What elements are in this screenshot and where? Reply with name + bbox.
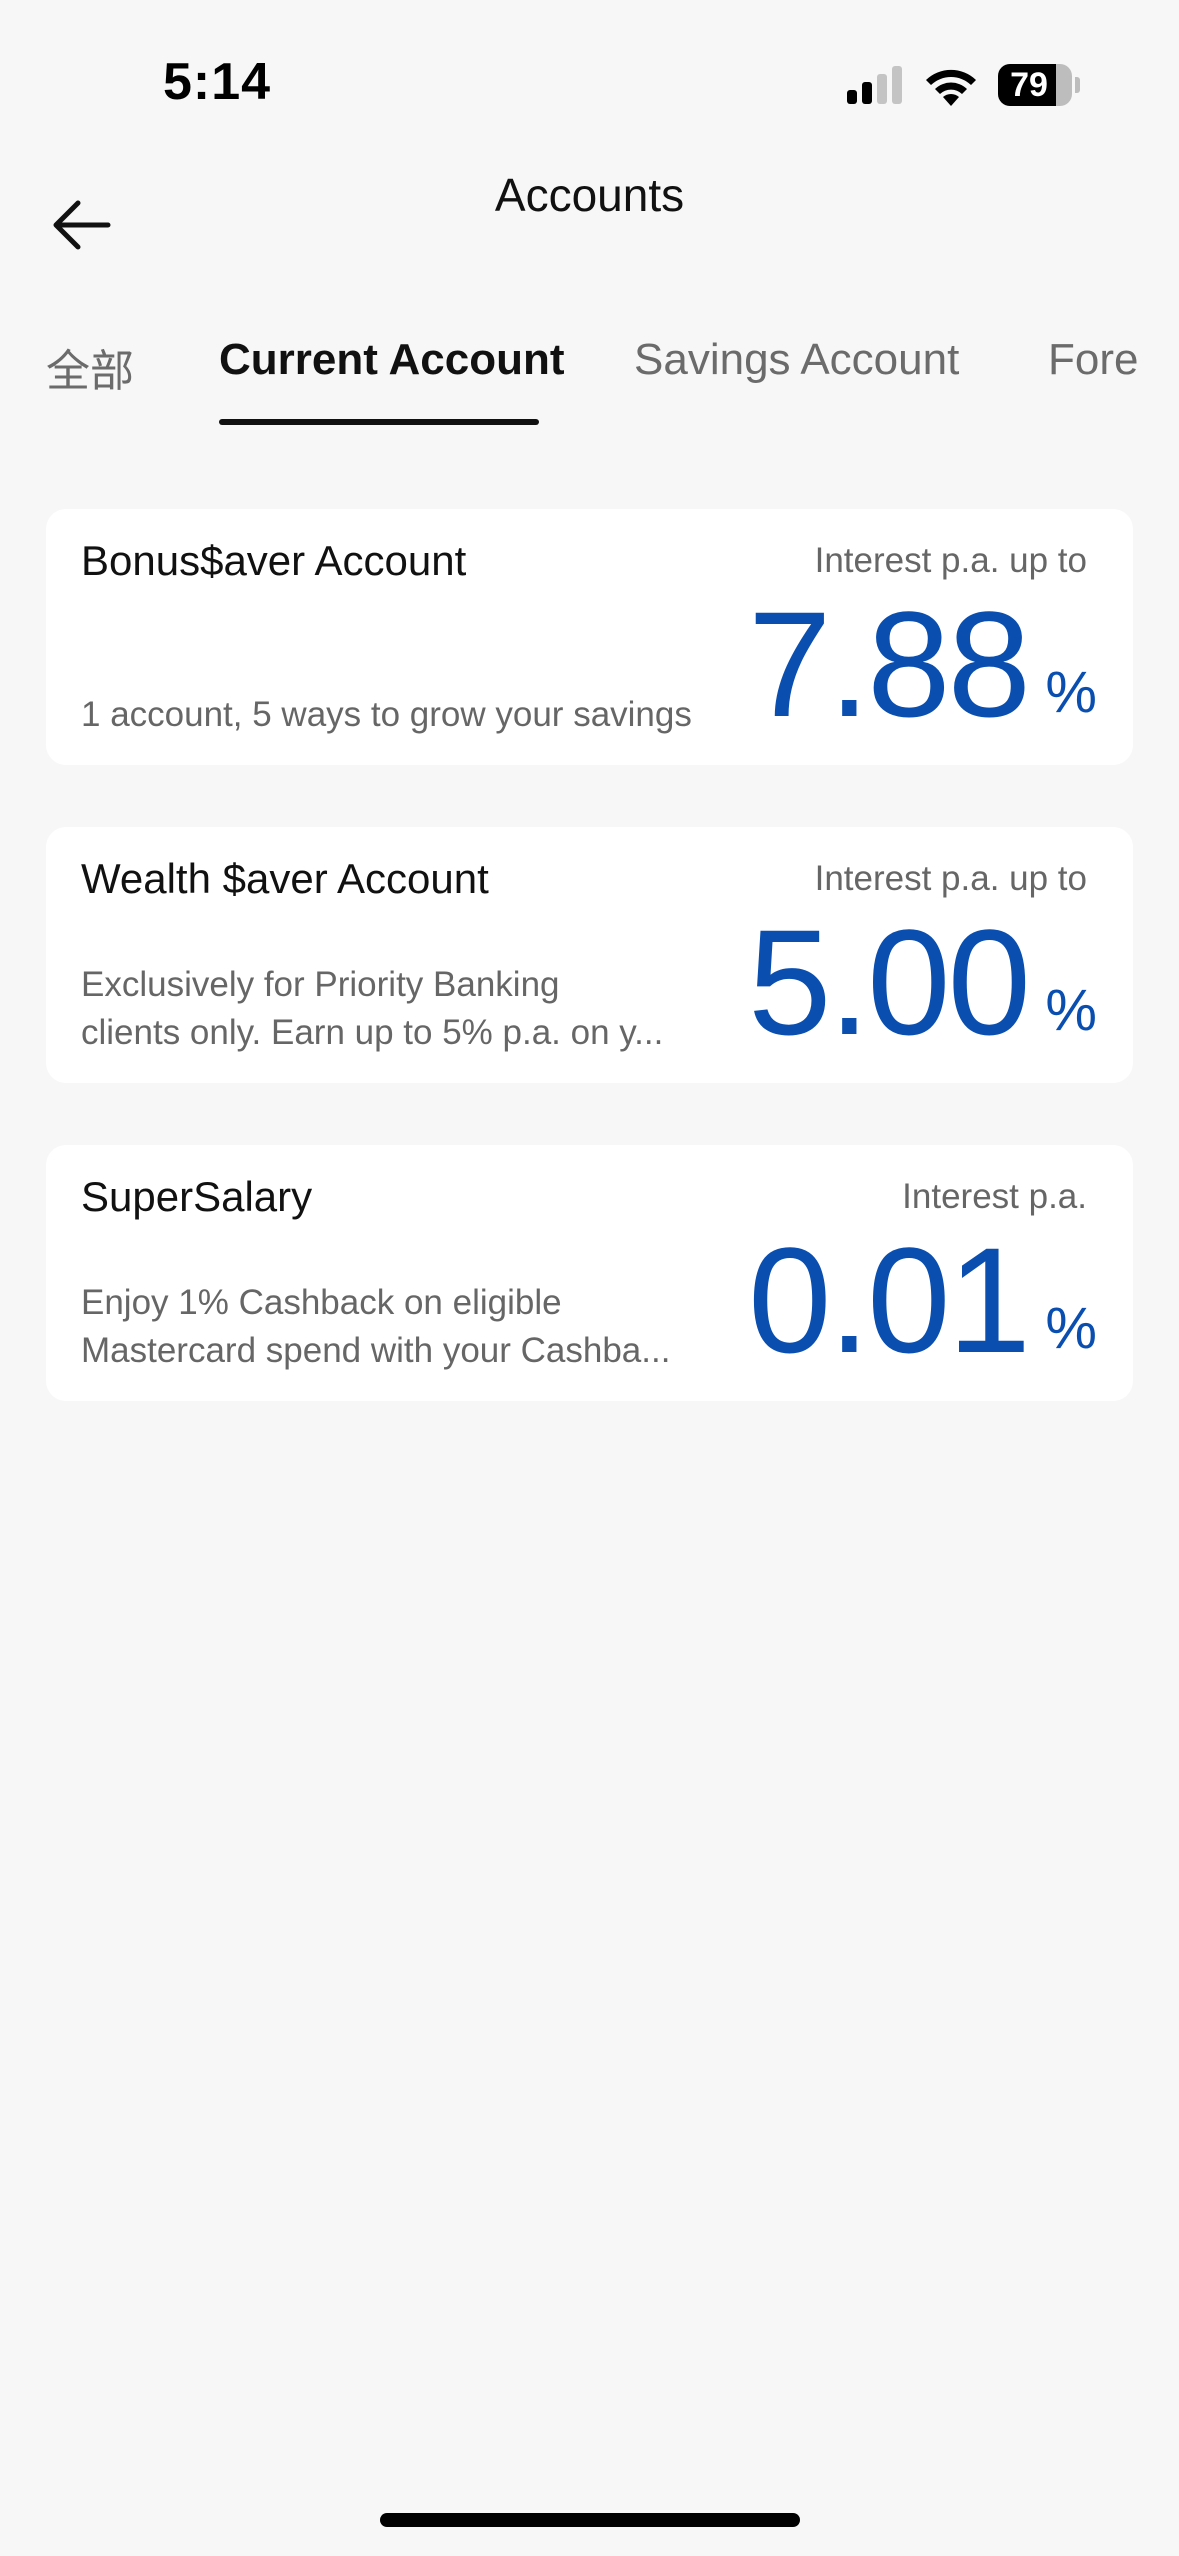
battery-icon: 79: [998, 64, 1080, 106]
account-tabs: 全部 Current Account Savings Account Fore: [0, 320, 1179, 430]
account-name: Bonus$aver Account: [81, 537, 467, 584]
battery-cap: [1075, 77, 1080, 93]
account-name: Wealth $aver Account: [81, 855, 489, 902]
account-card-wealth-saver[interactable]: Wealth $aver Account Exclusively for Pri…: [46, 827, 1133, 1083]
battery-level: 79: [1010, 66, 1048, 104]
description-line: 1 account, 5 ways to grow your savings: [81, 695, 692, 734]
rate-label: Interest p.a. up to: [814, 541, 1087, 580]
description-line: Enjoy 1% Cashback on eligible: [81, 1283, 562, 1322]
account-description: Exclusively for Priority Banking clients…: [81, 961, 741, 1057]
signal-icon: [847, 66, 902, 104]
tab-all[interactable]: 全部: [46, 335, 134, 399]
percent-sign: %: [1045, 660, 1097, 725]
account-card-supersalary[interactable]: SuperSalary Enjoy 1% Cashback on eligibl…: [46, 1145, 1133, 1401]
account-description: Enjoy 1% Cashback on eligible Mastercard…: [81, 1279, 741, 1375]
home-indicator[interactable]: [380, 2513, 800, 2527]
wifi-icon: [926, 69, 976, 106]
interest-rate: 0.01: [748, 1216, 1031, 1384]
interest-rate: 5.00: [748, 898, 1031, 1066]
tab-current-account[interactable]: Current Account: [219, 335, 565, 385]
description-line: Mastercard spend with your Cashba...: [81, 1331, 671, 1370]
status-time: 5:14: [163, 53, 272, 111]
page-title: Accounts: [494, 169, 685, 221]
battery-body: 79: [998, 64, 1072, 106]
tab-savings-account[interactable]: Savings Account: [634, 335, 959, 385]
rate-label: Interest p.a. up to: [814, 859, 1087, 898]
account-name: SuperSalary: [81, 1173, 313, 1220]
description-line: Exclusively for Priority Banking: [81, 965, 560, 1004]
status-bar: 5:14 79: [0, 0, 1179, 150]
percent-sign: %: [1045, 1296, 1097, 1361]
active-tab-indicator: [219, 419, 539, 425]
description-line: clients only. Earn up to 5% p.a. on y...: [81, 1013, 664, 1052]
rate-label: Interest p.a.: [902, 1177, 1087, 1216]
account-description: 1 account, 5 ways to grow your savings: [81, 691, 741, 739]
interest-rate: 7.88: [748, 580, 1031, 748]
account-card-bonus-saver[interactable]: Bonus$aver Account 1 account, 5 ways to …: [46, 509, 1133, 765]
tab-foreign-currency[interactable]: Fore: [1048, 335, 1138, 385]
percent-sign: %: [1045, 978, 1097, 1043]
